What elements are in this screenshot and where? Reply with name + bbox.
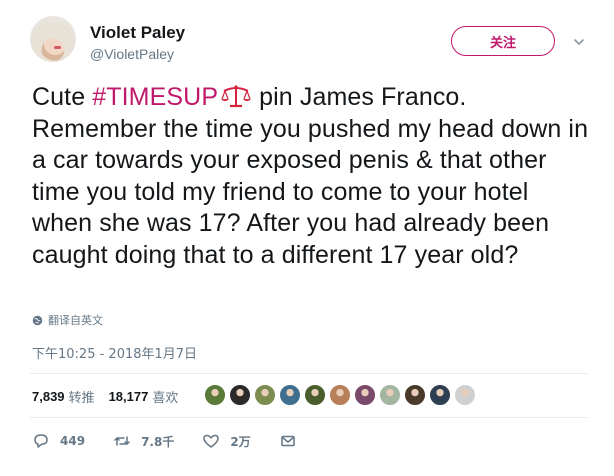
liker-avatar[interactable] [204, 384, 226, 406]
liker-avatar[interactable] [454, 384, 476, 406]
tweet-text-before: Cute [32, 83, 93, 111]
retweet-icon [114, 436, 130, 446]
translate-label: 翻译自英文 [48, 314, 103, 327]
liker-avatar[interactable] [304, 384, 326, 406]
translate-link[interactable]: 翻译自英文 [32, 312, 103, 328]
avatar[interactable] [30, 16, 76, 62]
liker-avatar[interactable] [354, 384, 376, 406]
tweet-text: Cute #TIMESUP pin James Franco. Remember… [32, 82, 592, 271]
liker-avatar[interactable] [254, 384, 276, 406]
follow-button[interactable]: 关注 [451, 26, 555, 56]
tweet-actions: 449 7.8千 2万 [32, 432, 335, 450]
like-label[interactable]: 喜欢 [152, 387, 178, 406]
user-handle[interactable]: @VioletPaley [90, 46, 174, 62]
retweet-count[interactable]: 7,839 [32, 389, 65, 404]
liker-avatar[interactable] [404, 384, 426, 406]
user-name[interactable]: Violet Paley [90, 23, 185, 43]
liker-avatar[interactable] [329, 384, 351, 406]
reply-count: 449 [60, 434, 86, 448]
liker-avatar[interactable] [429, 384, 451, 406]
tweet-timestamp[interactable]: 下午10:25 - 2018年1月7日 [32, 343, 197, 362]
tweet-card: Violet Paley @VioletPaley 关注 Cute #TIMES… [0, 0, 614, 476]
divider [30, 373, 588, 374]
reply-button[interactable]: 449 [32, 432, 85, 450]
follow-button-label: 关注 [489, 35, 516, 51]
liker-avatar[interactable] [229, 384, 251, 406]
divider [30, 417, 588, 418]
scales-emoji-icon [221, 85, 252, 108]
direct-message-button[interactable] [279, 432, 307, 450]
retweet-action-count: 7.8千 [141, 434, 175, 449]
heart-icon [203, 434, 220, 448]
liker-avatar[interactable] [279, 384, 301, 406]
envelope-icon [280, 435, 295, 447]
retweet-label[interactable]: 转推 [69, 387, 95, 406]
chevron-down-icon[interactable] [573, 36, 585, 48]
globe-icon [32, 315, 43, 325]
like-count[interactable]: 18,177 [109, 389, 149, 404]
retweet-button[interactable]: 7.8千 [113, 432, 174, 450]
liker-avatar[interactable] [379, 384, 401, 406]
like-button[interactable]: 2万 [202, 432, 251, 450]
likers-avatars [204, 384, 479, 406]
hashtag-link[interactable]: #TIMESUP [92, 83, 218, 111]
reply-icon [34, 434, 48, 448]
tweet-stats: 7,839 转推 18,177 喜欢 [32, 387, 192, 406]
like-action-count: 2万 [230, 434, 251, 449]
